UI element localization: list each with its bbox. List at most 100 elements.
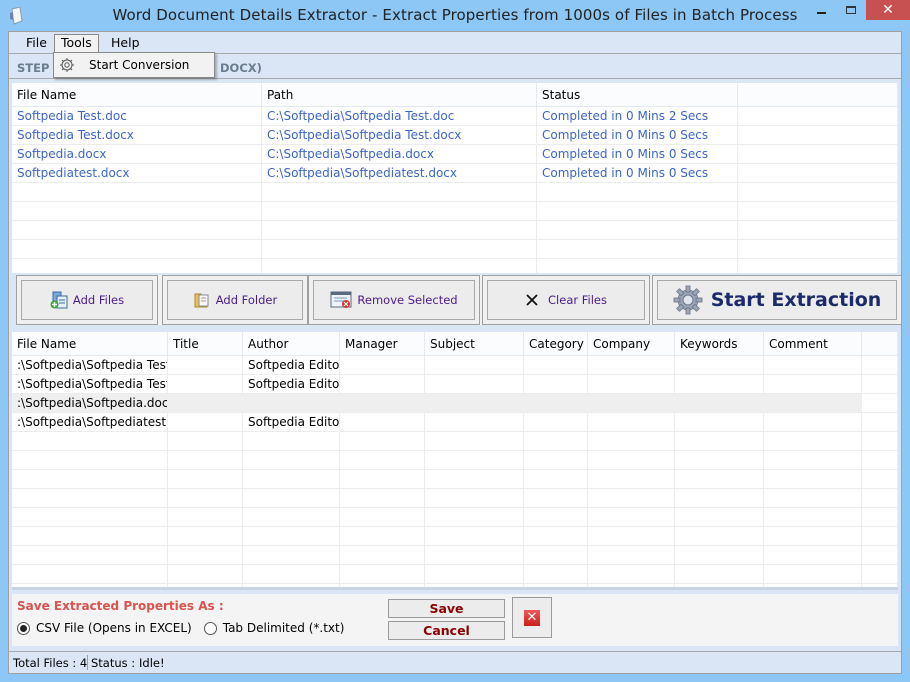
remove-selected-label: Remove Selected <box>357 293 458 307</box>
table-cell <box>425 527 524 545</box>
table-cell <box>168 565 243 583</box>
empty-row[interactable] <box>12 202 898 221</box>
table-cell: C:\Softpedia\Softpedia.docx <box>262 145 537 163</box>
column-header[interactable] <box>738 83 898 106</box>
column-header[interactable] <box>862 332 898 355</box>
column-header[interactable]: File Name <box>12 83 262 106</box>
table-cell <box>12 546 168 564</box>
column-header[interactable]: Subject <box>425 332 524 355</box>
empty-row[interactable] <box>12 508 898 527</box>
table-cell <box>524 584 588 587</box>
empty-row[interactable] <box>12 240 898 259</box>
table-row[interactable]: Softpediatest.docx C:\Softpedia\Softpedia… <box>12 164 898 183</box>
empty-row[interactable] <box>12 451 898 470</box>
table-cell <box>243 451 340 469</box>
table-cell: Softpedia Editor <box>243 375 340 393</box>
start-extraction-button[interactable]: Start Extraction <box>657 280 897 320</box>
csv-radio-label[interactable]: CSV File (Opens in EXCEL) <box>36 621 192 635</box>
table-cell <box>340 584 425 587</box>
column-header[interactable]: Keywords <box>675 332 764 355</box>
column-header[interactable]: Company <box>588 332 675 355</box>
menu-tools[interactable]: Tools <box>54 34 99 54</box>
minimize-button[interactable] <box>808 0 834 20</box>
remove-selected-button[interactable]: Remove Selected <box>313 280 475 320</box>
table-cell <box>168 470 243 488</box>
table-row[interactable]: :\Softpedia\Softpedia Test... Softpedia E… <box>12 356 898 375</box>
table-cell <box>524 394 588 412</box>
table-row[interactable]: Softpedia Test.doc C:\Softpedia\Softpedia… <box>12 107 898 126</box>
table-cell <box>524 432 588 450</box>
table-row[interactable]: Softpedia.docx C:\Softpedia\Softpedia.doc… <box>12 145 898 164</box>
table-cell <box>425 375 524 393</box>
table-cell <box>588 375 675 393</box>
empty-row[interactable] <box>12 221 898 240</box>
column-header[interactable]: Title <box>168 332 243 355</box>
tab-delimited-radio-label[interactable]: Tab Delimited (*.txt) <box>223 621 345 635</box>
table-cell <box>675 565 764 583</box>
gear-icon <box>673 285 703 315</box>
add-files-button[interactable]: Add Files <box>21 280 153 320</box>
table-cell: Softpediatest.docx <box>12 164 262 182</box>
table-cell <box>764 394 862 412</box>
table-cell <box>537 259 738 273</box>
status-label: Status : <box>91 656 136 670</box>
column-header[interactable]: Comment <box>764 332 862 355</box>
table-cell <box>168 527 243 545</box>
column-header[interactable]: Status <box>537 83 738 106</box>
empty-row[interactable] <box>12 565 898 584</box>
empty-row[interactable] <box>12 470 898 489</box>
save-panel: Save Extracted Properties As : CSV File … <box>12 594 898 646</box>
table-cell <box>340 489 425 507</box>
menu-help[interactable]: Help <box>105 35 146 53</box>
table-row[interactable]: :\Softpedia\Softpediatest.... Softpedia E… <box>12 413 898 432</box>
table-cell <box>764 356 862 374</box>
table-cell <box>340 527 425 545</box>
close-panel-button[interactable]: ✕ <box>512 597 552 638</box>
empty-row[interactable] <box>12 527 898 546</box>
table-row[interactable]: Softpedia Test.docx C:\Softpedia\Softpedi… <box>12 126 898 145</box>
maximize-button[interactable] <box>838 0 864 20</box>
menu-bar: File Tools Help <box>9 32 901 54</box>
table-cell <box>243 546 340 564</box>
total-files: Total Files : 4 <box>13 656 88 670</box>
client-area: File Tools Help STEP DOCX) File Name Path… <box>8 31 902 674</box>
table-cell <box>168 432 243 450</box>
add-folder-button[interactable]: Add Folder <box>167 280 303 320</box>
cancel-button[interactable]: Cancel <box>388 621 505 640</box>
empty-row[interactable] <box>12 432 898 451</box>
remove-list-icon <box>330 291 352 308</box>
table-row[interactable]: :\Softpedia\Softpedia.docx <box>12 394 898 413</box>
properties-table-header: File Name Title Author Manager Subject Catego… <box>12 332 898 356</box>
table-cell <box>524 565 588 583</box>
table-cell <box>738 259 898 273</box>
table-cell: :\Softpedia\Softpediatest.... <box>12 413 168 431</box>
table-row[interactable]: :\Softpedia\Softpedia Test... Softpedia E… <box>12 375 898 394</box>
table-cell <box>524 527 588 545</box>
menu-file[interactable]: File <box>20 35 53 53</box>
table-cell: :\Softpedia\Softpedia Test... <box>12 375 168 393</box>
empty-row[interactable] <box>12 584 898 587</box>
column-header[interactable]: File Name <box>12 332 168 355</box>
save-button[interactable]: Save <box>388 599 505 618</box>
close-button[interactable]: ✕ <box>866 0 910 20</box>
column-header[interactable]: Author <box>243 332 340 355</box>
clear-files-button[interactable]: Clear Files <box>487 280 645 320</box>
table-cell <box>588 508 675 526</box>
tab-delimited-radio[interactable] <box>203 621 217 635</box>
table-cell <box>425 584 524 587</box>
empty-row[interactable] <box>12 546 898 565</box>
empty-row[interactable] <box>12 259 898 273</box>
table-cell <box>168 489 243 507</box>
table-cell <box>588 413 675 431</box>
table-cell <box>738 183 898 201</box>
column-header[interactable]: Manager <box>340 332 425 355</box>
column-header[interactable]: Category <box>524 332 588 355</box>
column-header[interactable]: Path <box>262 83 537 106</box>
csv-radio[interactable] <box>17 621 30 635</box>
table-cell <box>12 584 168 587</box>
start-conversion-menu-item[interactable]: Start Conversion <box>89 58 189 72</box>
empty-row[interactable] <box>12 489 898 508</box>
table-cell <box>675 375 764 393</box>
table-cell <box>524 508 588 526</box>
empty-row[interactable] <box>12 183 898 202</box>
